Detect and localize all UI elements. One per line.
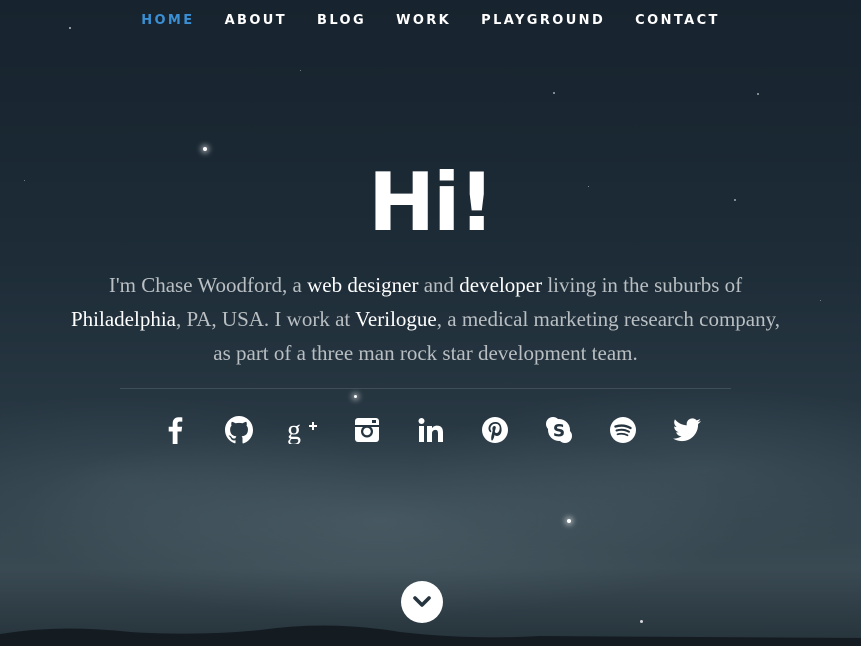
svg-text:g: g <box>287 416 301 444</box>
main-nav: HOME ABOUT BLOG WORK PLAYGROUND CONTACT <box>0 13 861 28</box>
spotify-icon[interactable] <box>591 412 655 448</box>
intro-paragraph: I'm Chase Woodford, a web designer and d… <box>70 268 781 370</box>
nav-contact[interactable]: CONTACT <box>620 13 735 28</box>
nav-home[interactable]: HOME <box>126 13 209 28</box>
nav-playground[interactable]: PLAYGROUND <box>466 13 620 28</box>
intro-text: , PA, USA. I work at <box>175 307 356 331</box>
instagram-icon[interactable] <box>335 412 399 448</box>
github-icon[interactable] <box>207 412 271 448</box>
hero-heading: Hi! <box>368 156 495 249</box>
linkedin-icon[interactable] <box>399 412 463 448</box>
svg-text:S: S <box>552 422 564 442</box>
intro-highlight-philadelphia: Philadelphia <box>71 307 176 331</box>
star <box>553 92 555 94</box>
chevron-down-icon <box>413 596 431 607</box>
star <box>640 620 643 623</box>
intro-highlight-developer: developer <box>459 273 543 297</box>
social-links: g S <box>0 412 861 448</box>
twitter-icon[interactable] <box>655 412 719 448</box>
star <box>203 147 207 151</box>
star <box>567 519 571 523</box>
intro-link-verilogue[interactable]: Verilogue <box>355 307 437 331</box>
nav-about[interactable]: ABOUT <box>210 13 302 28</box>
pinterest-icon[interactable] <box>463 412 527 448</box>
intro-highlight-web-designer: web designer <box>307 273 419 297</box>
star <box>354 395 357 398</box>
skype-icon[interactable]: S <box>527 412 591 448</box>
star <box>820 300 821 301</box>
google-plus-icon[interactable]: g <box>271 412 335 448</box>
scroll-down-button[interactable] <box>401 581 443 623</box>
intro-text: and <box>418 273 460 297</box>
star <box>300 70 301 71</box>
intro-text: I'm Chase Woodford, a <box>108 273 308 297</box>
nav-work[interactable]: WORK <box>381 13 466 28</box>
divider <box>120 388 731 389</box>
nav-blog[interactable]: BLOG <box>302 13 381 28</box>
intro-text: living in the suburbs of <box>542 273 743 297</box>
star <box>757 93 759 95</box>
facebook-icon[interactable] <box>143 412 207 448</box>
